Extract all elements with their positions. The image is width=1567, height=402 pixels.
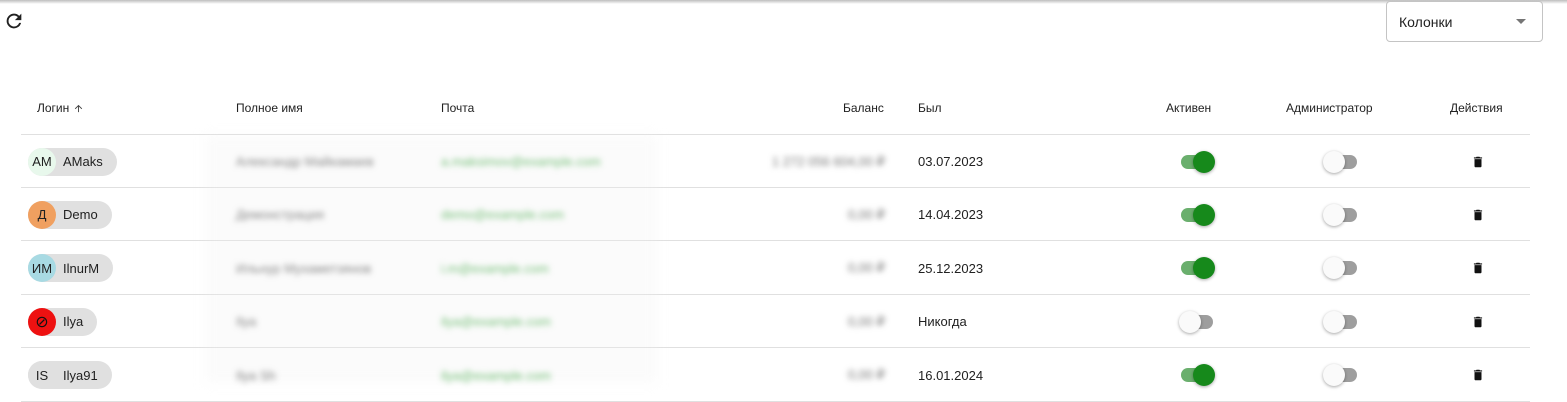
admin-cell — [1323, 349, 1359, 402]
balance-text: 0,00 ₽ — [847, 313, 885, 329]
admin-toggle[interactable] — [1323, 310, 1359, 333]
columns-select-label: Колонки — [1399, 14, 1453, 30]
user-chip[interactable]: Д Demo — [28, 200, 112, 229]
avatar: ⊘ — [28, 307, 56, 336]
login-cell: АМ AMaks — [28, 135, 117, 188]
login-cell: ⊘ Ilya — [28, 295, 98, 348]
user-chip[interactable]: ⊘ Ilya — [28, 307, 98, 336]
active-cell — [1179, 135, 1215, 188]
admin-toggle[interactable] — [1323, 257, 1359, 280]
actions-cell — [1471, 188, 1485, 241]
balance-cell: 1 272 056 604,00 ₽ — [721, 135, 885, 188]
balance-text: 1 272 056 604,00 ₽ — [771, 153, 885, 169]
admin-cell — [1323, 242, 1359, 295]
avatar: Д — [28, 200, 56, 229]
balance-text: 0,00 ₽ — [847, 260, 885, 276]
last-seen-text: 14.04.2023 — [918, 207, 984, 223]
active-toggle[interactable] — [1179, 203, 1215, 226]
header-login-label: Логин — [37, 101, 70, 115]
last-seen-cell: 16.01.2024 — [918, 349, 983, 402]
toggle-thumb — [1323, 364, 1345, 387]
balance-cell: 0,00 ₽ — [721, 349, 885, 402]
last-seen-text: 03.07.2023 — [918, 154, 984, 169]
avatar: АМ — [28, 147, 56, 176]
admin-cell — [1323, 188, 1359, 241]
toggle-thumb — [1193, 257, 1215, 280]
toggle-thumb — [1179, 310, 1201, 333]
active-cell — [1179, 295, 1215, 348]
trash-icon[interactable] — [1471, 153, 1485, 171]
trash-icon[interactable] — [1471, 313, 1485, 331]
active-cell — [1179, 188, 1215, 241]
trash-icon[interactable] — [1471, 206, 1485, 224]
avatar: IS — [28, 361, 56, 390]
toggle-thumb — [1323, 257, 1345, 280]
trash-icon[interactable] — [1471, 259, 1485, 277]
last-seen-text: Никогда — [918, 314, 967, 330]
last-seen-cell: Никогда — [918, 295, 967, 348]
actions-cell — [1471, 349, 1485, 402]
actions-cell — [1471, 242, 1485, 295]
login-text: IlnurM — [63, 260, 100, 276]
active-toggle[interactable] — [1179, 257, 1215, 280]
header-balance[interactable]: Баланс — [843, 101, 884, 115]
actions-cell — [1471, 135, 1485, 188]
active-cell — [1179, 242, 1215, 295]
last-seen-cell: 25.12.2023 — [918, 242, 983, 295]
blurred-area — [205, 135, 657, 383]
admin-cell — [1323, 295, 1359, 348]
user-chip[interactable]: АМ AMaks — [28, 147, 117, 176]
toolbar-shadow — [0, 0, 1567, 4]
user-chip[interactable]: ИМ IlnurM — [28, 254, 114, 283]
actions-cell — [1471, 295, 1485, 348]
admin-toggle[interactable] — [1323, 364, 1359, 387]
last-seen-cell: 03.07.2023 — [918, 135, 983, 188]
header-admin[interactable]: Администратор — [1286, 101, 1373, 115]
login-text: Ilya — [63, 314, 84, 330]
toggle-thumb — [1193, 203, 1215, 226]
last-seen-cell: 14.04.2023 — [918, 188, 983, 241]
active-toggle[interactable] — [1179, 150, 1215, 173]
login-cell: Д Demo — [28, 188, 112, 241]
header-actions: Действия — [1450, 101, 1503, 115]
balance-text: 0,00 ₽ — [847, 206, 885, 222]
admin-toggle[interactable] — [1323, 150, 1359, 173]
balance-cell: 0,00 ₽ — [721, 188, 885, 241]
arrow-up-icon — [75, 104, 83, 113]
balance-cell: 0,00 ₽ — [721, 242, 885, 295]
avatar: ИМ — [28, 254, 56, 283]
login-cell: IS Ilya91 — [28, 349, 112, 402]
toggle-thumb — [1323, 310, 1345, 333]
login-text: AMaks — [63, 154, 103, 169]
active-toggle[interactable] — [1179, 364, 1215, 387]
admin-toggle[interactable] — [1323, 203, 1359, 226]
toggle-thumb — [1323, 150, 1345, 173]
last-seen-text: 25.12.2023 — [918, 260, 984, 276]
toggle-thumb — [1193, 150, 1215, 173]
header-last-seen[interactable]: Был — [918, 101, 942, 115]
toggle-thumb — [1193, 364, 1215, 387]
login-text: Demo — [63, 207, 98, 223]
last-seen-text: 16.01.2024 — [918, 367, 984, 383]
columns-select[interactable]: Колонки — [1386, 1, 1543, 42]
active-cell — [1179, 349, 1215, 402]
toggle-thumb — [1323, 203, 1345, 226]
user-chip[interactable]: IS Ilya91 — [28, 361, 112, 390]
balance-text: 0,00 ₽ — [847, 367, 885, 383]
active-toggle[interactable] — [1179, 310, 1215, 333]
header-full-name[interactable]: Полное имя — [236, 101, 303, 115]
refresh-icon — [6, 13, 22, 29]
trash-icon[interactable] — [1471, 366, 1485, 384]
login-cell: ИМ IlnurM — [28, 242, 114, 295]
admin-cell — [1323, 135, 1359, 188]
header-email[interactable]: Почта — [441, 101, 474, 115]
header-login[interactable]: Логин — [37, 101, 84, 115]
balance-cell: 0,00 ₽ — [721, 295, 885, 348]
header-active[interactable]: Активен — [1166, 101, 1211, 115]
table-header: Логин Полное имя Почта Баланс Был Активе… — [21, 82, 1530, 135]
caret-down-icon — [1516, 19, 1526, 24]
login-text: Ilya91 — [63, 367, 98, 383]
refresh-button[interactable] — [3, 10, 25, 32]
